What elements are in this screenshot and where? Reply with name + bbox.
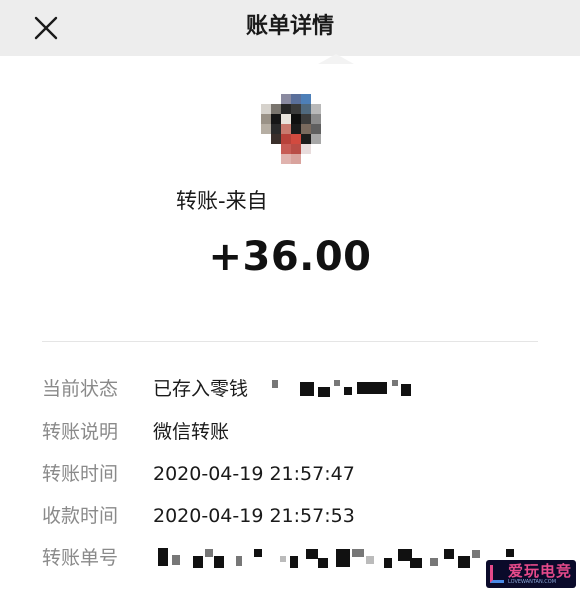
detail-row-status: 当前状态 已存入零钱 [0, 374, 580, 404]
watermark-text: 爱玩电竞 [508, 562, 573, 580]
avatar[interactable] [261, 94, 329, 164]
note-value: 微信转账 [153, 421, 230, 443]
transfer-time-value: 2020-04-19 21:57:47 [153, 463, 355, 485]
watermark-logo: 爱玩电竞 LOVEWANTAN.COM [486, 560, 576, 588]
receive-time-label: 收款时间 [42, 505, 119, 527]
transfer-title: 转账-来自 [0, 184, 580, 397]
status-label: 当前状态 [42, 378, 119, 400]
detail-row-note: 转账说明 微信转账 [0, 417, 580, 447]
nav-bar: 账单详情 [0, 0, 580, 56]
watermark-mark-icon [490, 565, 504, 583]
receive-time-value: 2020-04-19 21:57:53 [153, 505, 355, 527]
amount: +36.00 [208, 234, 372, 280]
detail-row-receive-time: 收款时间 2020-04-19 21:57:53 [0, 501, 580, 531]
transfer-id-label: 转账单号 [42, 547, 119, 569]
status-value: 已存入零钱 [153, 378, 249, 400]
transfer-title-text: 转账-来自 [176, 189, 268, 213]
divider [42, 341, 538, 342]
transfer-time-label: 转账时间 [42, 463, 119, 485]
nav-notch [318, 54, 354, 64]
watermark-subtext: LOVEWANTAN.COM [508, 579, 557, 585]
note-label: 转账说明 [42, 421, 119, 443]
detail-row-transfer-time: 转账时间 2020-04-19 21:57:47 [0, 459, 580, 489]
page-title: 账单详情 [245, 14, 334, 39]
